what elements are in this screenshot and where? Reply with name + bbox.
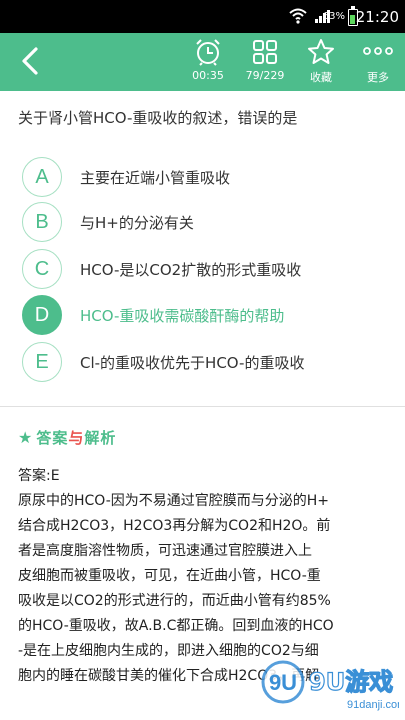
grid-icon: [253, 40, 277, 64]
watermark-text: 9U游戏: [309, 668, 393, 696]
option-letter: C: [22, 249, 62, 289]
option-letter: D: [22, 295, 62, 335]
option-a[interactable]: A 主要在近端小管重吸收: [22, 157, 392, 199]
analysis-line: 皮细胞而被重吸收，可见，在近曲小管，HCO-重: [18, 568, 321, 584]
status-bar: 63% 21:20: [0, 0, 405, 33]
watermark-url: 91danji.com: [347, 699, 399, 711]
timer-button[interactable]: 00:35: [183, 37, 233, 87]
question-grid-button[interactable]: 79/229: [240, 37, 290, 87]
option-d[interactable]: D HCO-重吸收需碳酸酐酶的帮助: [22, 295, 392, 337]
analysis-header: ★ 答案与解析: [18, 427, 116, 448]
analysis-line: 的HCO-重吸收，故A.B.C都正确。回到血液的HCO: [18, 618, 334, 634]
analysis-title: 答案与解析: [36, 427, 116, 448]
option-text: HCO-是以CO2扩散的形式重吸收: [80, 261, 302, 279]
answer-line: 答案:E: [18, 468, 60, 484]
title-answer: 答案: [36, 429, 69, 447]
progress-label: 79/229: [245, 69, 285, 82]
option-letter: B: [22, 202, 62, 242]
battery-percent: 63%: [322, 11, 345, 22]
option-e[interactable]: E Cl-的重吸收优先于HCO-的重吸收: [22, 342, 392, 384]
title-analysis: 解析: [84, 429, 117, 447]
analysis-line: 结合成H2CO3，H2CO3再分解为CO2和H2O。前: [18, 518, 331, 534]
analysis-line: 者是高度脂溶性物质，可迅速通过官腔膜进入上: [18, 543, 312, 559]
question-card: 关于肾小管HCO-重吸收的叙述，错误的是 A 主要在近端小管重吸收 B 与H+的…: [0, 91, 405, 406]
favorite-button[interactable]: 收藏: [296, 37, 346, 87]
option-text: 与H+的分泌有关: [80, 214, 194, 232]
watermark-logo: 9U 9U游戏 91danji.com: [259, 654, 405, 714]
option-text: HCO-重吸收需碳酸酐酶的帮助: [80, 307, 285, 325]
status-time: 21:20: [355, 8, 399, 26]
more-dots-icon: [363, 47, 393, 55]
question-title: 关于肾小管HCO-重吸收的叙述，错误的是: [18, 109, 298, 127]
analysis-line: 吸收是以CO2的形式进行的，而近曲小管有约85%: [18, 593, 331, 609]
more-label: 更多: [367, 71, 389, 84]
svg-text:9U: 9U: [269, 670, 297, 695]
option-letter: E: [22, 342, 62, 382]
option-text: Cl-的重吸收优先于HCO-的重吸收: [80, 354, 305, 372]
top-toolbar: 00:35 79/229 收藏 更多: [0, 33, 405, 91]
favorite-label: 收藏: [310, 71, 332, 84]
star-bullet-icon: ★: [18, 428, 33, 447]
more-button[interactable]: 更多: [353, 37, 403, 87]
wifi-icon: [289, 8, 307, 28]
option-letter: A: [22, 157, 62, 197]
option-b[interactable]: B 与H+的分泌有关: [22, 202, 392, 244]
option-text: 主要在近端小管重吸收: [80, 169, 231, 187]
chevron-left-icon: [22, 47, 38, 75]
option-c[interactable]: C HCO-是以CO2扩散的形式重吸收: [22, 249, 392, 291]
title-and: 与: [68, 429, 85, 447]
star-icon: [308, 39, 334, 64]
alarm-clock-icon: [196, 39, 220, 66]
timer-label: 00:35: [192, 69, 224, 82]
back-button[interactable]: [14, 43, 50, 79]
analysis-line: 原尿中的HCO-因为不易通过官腔膜而与分泌的H+: [18, 493, 330, 509]
